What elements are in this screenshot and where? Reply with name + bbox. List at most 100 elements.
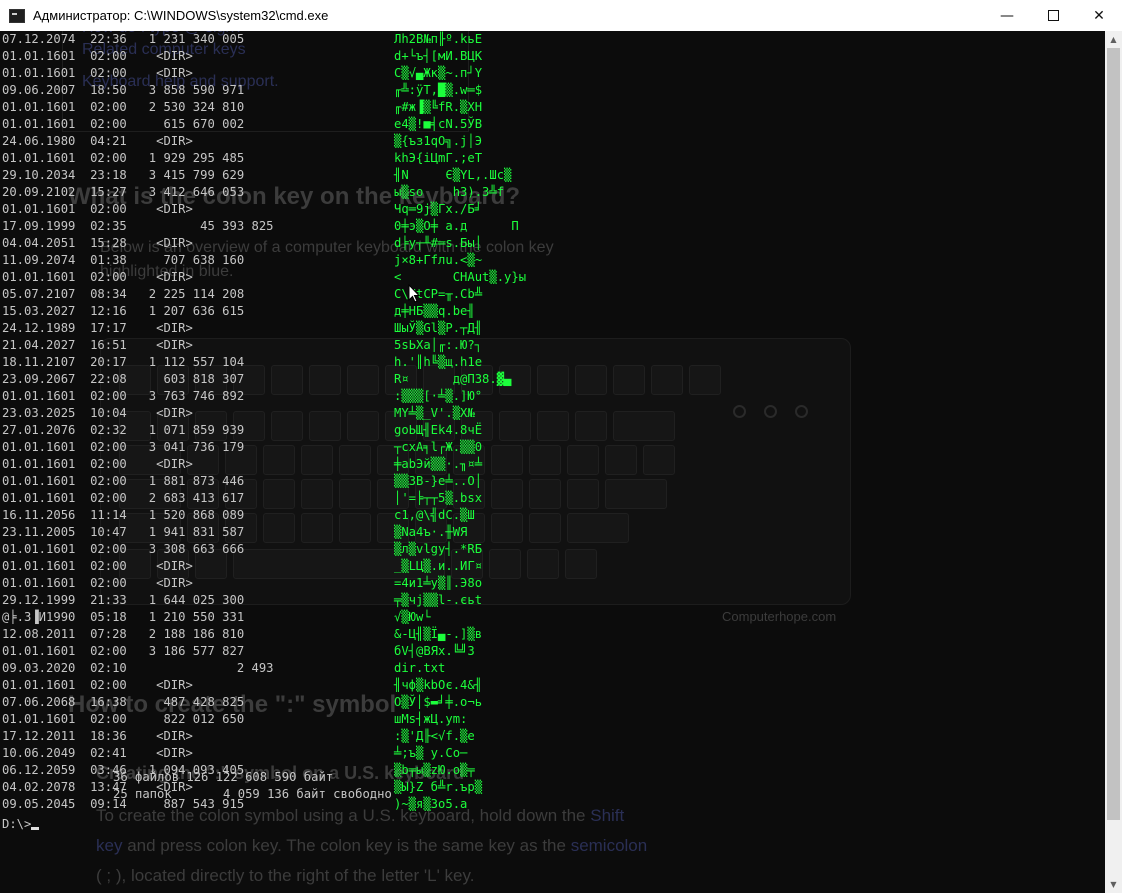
row-filename: R¤ д@П38.▓▄	[394, 372, 512, 386]
listing-row: 12.08.2011 07:28 2 188 186 810	[2, 626, 244, 643]
row-time: 01:38	[90, 253, 127, 267]
row-date: 01.01.1601	[2, 49, 76, 63]
row-filename: ▒Na4ъ·.╫WЯ	[394, 525, 468, 539]
row-date: 01.01.1601	[2, 712, 76, 726]
row-time: 02:00	[90, 151, 127, 165]
row-filename: &-Ц╢▒Ï▄-.]▒в	[394, 627, 483, 641]
row-time: 16:51	[90, 338, 127, 352]
scroll-up-arrow-icon[interactable]: ▲	[1105, 31, 1122, 48]
listing-row: 17.09.1999 02:35 45 393 825	[2, 218, 274, 235]
row-time: 02:41	[90, 746, 127, 760]
row-entry: <DIR>	[134, 66, 193, 80]
listing-row: 07.12.2074 22:36 1 231 340 005	[2, 31, 244, 48]
computerhope-watermark: Computerhope.com	[722, 609, 837, 624]
row-filename: khЭ{iЦmГ.;eT	[394, 151, 483, 165]
row-time: 15:27	[90, 185, 127, 199]
listing-row: 20.09.2102 15:27 3 412 646 053	[2, 184, 244, 201]
row-filename: ╧;ъ▒ y.Co─	[394, 746, 468, 760]
row-filename: бV┤@BЯх.╚╝3	[394, 644, 475, 658]
row-date: 27.01.2076	[2, 423, 76, 437]
row-date: 24.12.1989	[2, 321, 76, 335]
row-entry: 1 231 340 005	[134, 32, 245, 46]
row-entry: 2 188 186 810	[134, 627, 245, 641]
row-entry: 3 412 646 053	[134, 185, 245, 199]
row-date: 01.01.1601	[2, 457, 76, 471]
listing-row: 01.01.1601 02:00 3 186 577 827	[2, 643, 244, 660]
listing-row: 01.01.1601 02:00 3 308 663 666	[2, 541, 244, 558]
row-filename: √▒Юw└	[394, 610, 431, 624]
listing-row: 29.10.2034 23:18 3 415 799 629	[2, 167, 244, 184]
row-time: 02:32	[90, 423, 127, 437]
row-entry: 2 225 114 208	[134, 287, 245, 301]
minimize-icon: —	[1000, 7, 1014, 24]
row-time: 10:47	[90, 525, 127, 539]
row-date: 01.01.1601	[2, 389, 76, 403]
listing-row: 01.01.1601 02:00 <DIR>	[2, 65, 193, 82]
row-date: 29.10.2034	[2, 168, 76, 182]
row-date: 09.03.2020	[2, 661, 76, 675]
row-entry: <DIR>	[134, 746, 193, 760]
row-time: 02:10	[90, 661, 127, 675]
row-time: 20:17	[90, 355, 127, 369]
row-date: 21.04.2027	[2, 338, 76, 352]
listing-row: 01.01.1601 02:00 2 683 413 617	[2, 490, 244, 507]
row-entry: 1 941 831 587	[134, 525, 245, 539]
files-summary: 36 файлов 126 122 608 590 байт	[113, 770, 334, 784]
listing-row: 24.12.1989 17:17 <DIR>	[2, 320, 193, 337]
row-entry: 1 207 636 615	[134, 304, 245, 318]
row-time: 08:34	[90, 287, 127, 301]
row-filename: _▒LЦ▒.и..ИГ¤	[394, 559, 483, 573]
row-filename: ╓#ж▐▒╚fR.▒XH	[394, 100, 483, 114]
scroll-down-arrow-icon[interactable]: ▼	[1105, 876, 1122, 893]
row-filename: d╞у┬╨#═s.Бы│	[394, 236, 483, 250]
row-time: 18:50	[90, 83, 127, 97]
row-filename: 5sЬXa│╓:.Ю?┐	[394, 338, 483, 352]
row-date: 01.01.1601	[2, 202, 76, 216]
row-entry: <DIR>	[134, 457, 193, 471]
row-date: 01.01.1601	[2, 117, 76, 131]
listing-row: 07.06.2068 16:38 487 428 825	[2, 694, 244, 711]
row-entry: 45 393 825	[134, 219, 274, 233]
row-entry: 707 638 160	[134, 253, 245, 267]
row-time: 02:00	[90, 202, 127, 216]
listing-row: 15.03.2027 12:16 1 207 636 615	[2, 303, 244, 320]
mouse-pointer-icon	[408, 284, 420, 303]
row-entry: 1 112 557 104	[134, 355, 245, 369]
maximize-button[interactable]	[1030, 0, 1076, 31]
close-button[interactable]: ✕	[1076, 0, 1122, 31]
row-entry: 1 881 873 446	[134, 474, 245, 488]
listing-row: 04.04.2051 15:28 <DIR>	[2, 235, 193, 252]
listing-row: 01.01.1601 02:00 <DIR>	[2, 48, 193, 65]
row-filename: j×8+Гfлu.<▒~	[394, 253, 483, 267]
row-entry: 822 012 650	[134, 712, 245, 726]
row-date: 12.08.2011	[2, 627, 76, 641]
close-icon: ✕	[1093, 7, 1105, 24]
row-time: 21:33	[90, 593, 127, 607]
row-time: 22:36	[90, 32, 127, 46]
row-filename: dir.txt	[394, 661, 446, 675]
row-date: 18.11.2107	[2, 355, 76, 369]
row-time: 02:35	[90, 219, 127, 233]
row-date: 01.01.1601	[2, 440, 76, 454]
listing-row: 01.01.1601 02:00 3 041 736 179	[2, 439, 244, 456]
title-bar[interactable]: Администратор: C:\WINDOWS\system32\cmd.e…	[0, 0, 1122, 31]
row-time: 02:00	[90, 474, 127, 488]
listing-row: 01.01.1601 02:00 <DIR>	[2, 575, 193, 592]
row-filename: :▒▒▒[·╧▒.]Ю°	[394, 389, 483, 403]
listing-row: 24.06.1980 04:21 <DIR>	[2, 133, 193, 150]
row-entry: 1 520 868 089	[134, 508, 245, 522]
row-entry: <DIR>	[134, 729, 193, 743]
command-prompt[interactable]: D:\>	[2, 816, 40, 833]
row-filename: ╓╩:ÿT,█▒.w═$	[394, 83, 483, 97]
row-time: 02:00	[90, 117, 127, 131]
row-date: 10.06.2049	[2, 746, 76, 760]
row-entry: <DIR>	[134, 406, 193, 420]
row-time: 04:21	[90, 134, 127, 148]
row-filename: Лh2B№п╟º.kьE	[394, 32, 483, 46]
row-time: 05:18	[90, 610, 127, 624]
row-filename: O▒Ў│$▬╛╪.o¬ь	[394, 695, 483, 709]
cmd-app-icon	[9, 8, 25, 23]
scroll-thumb[interactable]	[1107, 48, 1120, 820]
vertical-scrollbar[interactable]: ▲ ▼	[1105, 31, 1122, 893]
minimize-button[interactable]: —	[984, 0, 1030, 31]
